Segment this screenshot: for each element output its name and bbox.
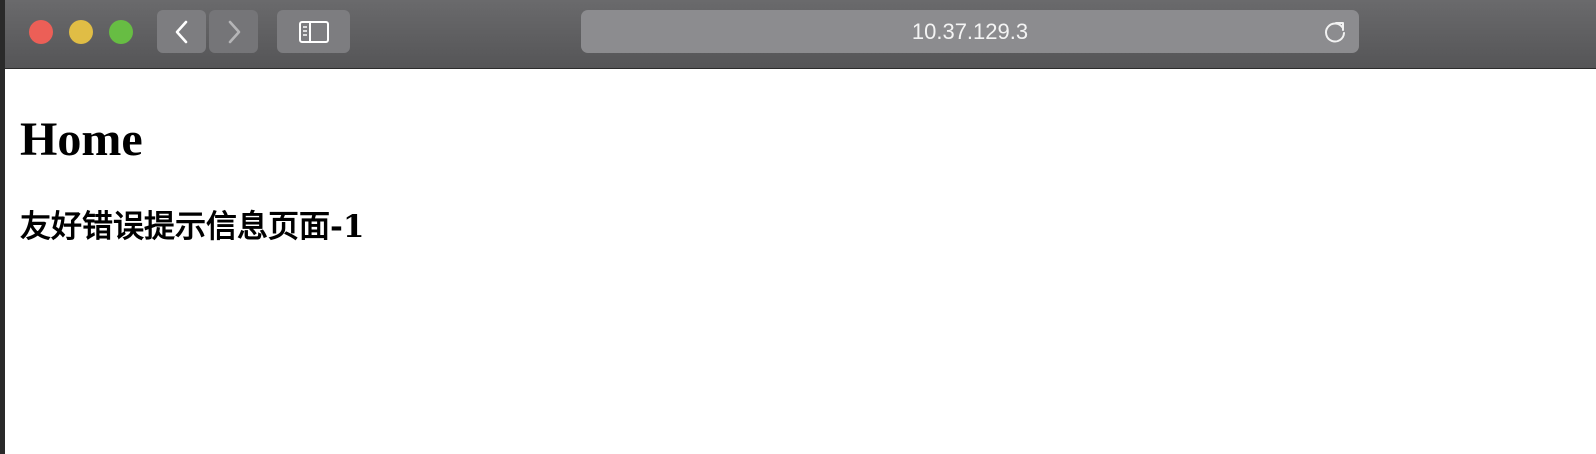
browser-toolbar: 10.37.129.3 [5,0,1596,69]
minimize-window-button[interactable] [69,20,93,44]
url-text: 10.37.129.3 [911,19,1029,44]
close-window-button[interactable] [29,20,53,44]
reload-button[interactable] [1321,18,1349,46]
browser-window: 10.37.129.3 Home 友好错误提示信息页面-1 [0,0,1596,454]
address-bar[interactable]: 10.37.129.3 [581,10,1359,53]
sidebar-toggle-button[interactable] [277,10,350,53]
chevron-left-icon [175,20,187,43]
page-title: Home [20,113,143,166]
chevron-right-icon [228,20,240,43]
sidebar-icon [298,20,329,43]
forward-button[interactable] [209,10,258,53]
back-button[interactable] [157,10,206,53]
page-content: Home 友好错误提示信息页面-1 [20,69,1596,454]
error-message: 友好错误提示信息页面-1 [20,209,365,245]
reload-icon [1325,22,1345,43]
zoom-window-button[interactable] [109,20,133,44]
navigation-buttons [157,10,258,53]
